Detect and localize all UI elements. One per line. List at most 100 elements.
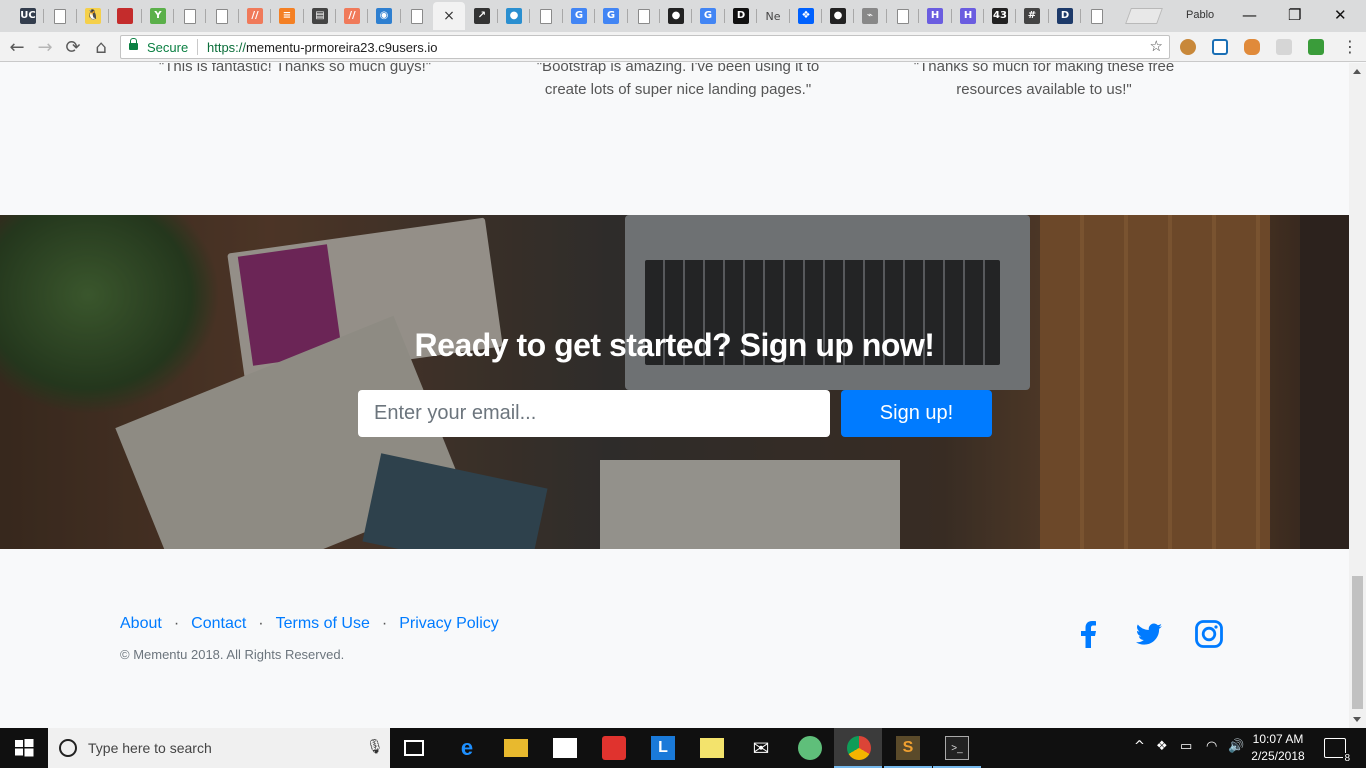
footer-link-privacy[interactable]: Privacy Policy [399, 615, 499, 633]
tab-favicon-page[interactable] [176, 2, 204, 30]
app-icon[interactable] [602, 736, 626, 760]
scrollbar-thumb[interactable] [1352, 576, 1363, 709]
twitter-icon[interactable] [1134, 619, 1164, 649]
favicon-icon: ↗ [474, 8, 490, 24]
tab-favicon-google[interactable]: G [597, 2, 625, 30]
facebook-icon[interactable] [1074, 619, 1104, 649]
url-text[interactable]: https://mementu-prmoreira23.c9users.io [207, 40, 438, 55]
file-explorer-icon[interactable] [504, 739, 528, 757]
minimize-icon[interactable]: — [1242, 6, 1257, 24]
bookmark-star-icon[interactable]: ☆ [1150, 37, 1163, 55]
store-icon[interactable] [553, 738, 577, 758]
extension-icon[interactable] [1308, 39, 1324, 55]
tab-favicon-page[interactable] [532, 2, 560, 30]
tab-favicon-dev[interactable]: D [727, 2, 755, 30]
cookie-extension-icon[interactable] [1180, 39, 1196, 55]
footer-links: About · Contact · Terms of Use · Privacy… [120, 615, 499, 633]
show-hidden-icons-icon[interactable]: ^ [1134, 739, 1145, 754]
tab-favicon-eye[interactable]: ◉ [370, 2, 398, 30]
tab-favicon-stackoverflow[interactable]: ≡ [273, 2, 301, 30]
scroll-down-arrow-icon[interactable] [1353, 717, 1361, 722]
tab-favicon-hash[interactable]: # [1018, 2, 1046, 30]
chrome-icon[interactable] [847, 736, 871, 760]
app-l-icon[interactable]: L [651, 736, 675, 760]
taskbar-search-box[interactable]: Type here to search 🎙 [48, 728, 390, 768]
new-tab-button[interactable] [1125, 8, 1163, 24]
footer-link-about[interactable]: About [120, 615, 162, 633]
favicon-icon: D [1057, 8, 1073, 24]
close-tab-icon[interactable]: × [443, 8, 455, 24]
task-view-icon[interactable] [404, 740, 424, 756]
tab-favicon-github[interactable]: ● [662, 2, 690, 30]
close-window-icon[interactable]: ✕ [1334, 6, 1347, 24]
tab-active[interactable]: × [433, 2, 465, 30]
microphone-icon[interactable]: 🎙 [366, 739, 384, 755]
reload-icon[interactable]: ⟳ [62, 36, 84, 58]
tab-favicon-page[interactable] [1083, 2, 1111, 30]
system-clock[interactable]: 10:07 AM 2/25/2018 [1248, 731, 1308, 765]
tab-favicon-google[interactable]: G [565, 2, 593, 30]
wifi-icon[interactable]: ◠ [1206, 739, 1217, 754]
tab-favicon-ne[interactable]: Ne [759, 2, 787, 30]
notification-count: 8 [1343, 753, 1351, 764]
home-icon[interactable]: ⌂ [90, 36, 112, 58]
favicon-icon: Ne [765, 9, 781, 23]
footer-link-terms[interactable]: Terms of Use [276, 615, 370, 633]
tab-favicon-link[interactable]: ⌁ [856, 2, 884, 30]
tab-favicon-page[interactable] [889, 2, 917, 30]
action-center-icon[interactable]: 8 [1324, 738, 1351, 764]
instagram-icon[interactable] [1194, 619, 1224, 649]
page-viewport: "This is fantastic! Thanks so much guys!… [0, 63, 1349, 728]
tab-favicon-page[interactable] [208, 2, 236, 30]
back-arrow-icon[interactable]: ← [6, 36, 28, 58]
profile-name[interactable]: Pablo [1186, 9, 1214, 21]
terminal-icon[interactable]: >_ [945, 736, 969, 760]
tab-favicon-bird[interactable]: ● [500, 2, 528, 30]
tab-favicon-stripes[interactable]: // [338, 2, 366, 30]
favicon-icon [117, 8, 133, 24]
tab-separator [76, 9, 77, 23]
tab-separator [594, 9, 595, 23]
forward-arrow-icon[interactable]: → [34, 36, 56, 58]
chrome-menu-icon[interactable]: ⋮ [1342, 37, 1358, 56]
tab-favicon-d[interactable]: D [1051, 2, 1079, 30]
tab-favicon-pad[interactable]: ▤ [306, 2, 334, 30]
tab-favicon-h[interactable]: H [954, 2, 982, 30]
tab-favicon-google[interactable]: G [694, 2, 722, 30]
favicon-icon: Y [150, 8, 166, 24]
dropbox-tray-icon[interactable]: ❖ [1156, 739, 1168, 754]
restore-icon[interactable]: ❐ [1288, 6, 1301, 24]
tab-favicon-h[interactable]: H [921, 2, 949, 30]
footer-link-contact[interactable]: Contact [191, 615, 246, 633]
tab-favicon-page[interactable] [403, 2, 431, 30]
tab-favicon-stripes[interactable]: // [241, 2, 269, 30]
email-input[interactable] [358, 390, 830, 437]
page-scrollbar[interactable] [1349, 63, 1366, 728]
dropbox-extension-icon[interactable] [1276, 39, 1292, 55]
extension-icon[interactable] [1244, 39, 1260, 55]
tab-favicon-page[interactable] [46, 2, 74, 30]
tab-favicon-red[interactable] [111, 2, 139, 30]
tab-favicon-penguin[interactable]: 🐧 [79, 2, 107, 30]
sublime-text-icon[interactable]: S [896, 736, 920, 760]
tab-favicon-dropbox[interactable]: ❖ [792, 2, 820, 30]
tab-favicon-leaf[interactable]: Y [144, 2, 172, 30]
tab-separator [303, 9, 304, 23]
tab-favicon-page[interactable] [630, 2, 658, 30]
tab-favicon-uc[interactable]: UC [14, 2, 42, 30]
edge-icon[interactable]: e [455, 735, 479, 760]
volume-icon[interactable]: 🔊 [1228, 739, 1244, 754]
address-bar[interactable]: Secure https://mementu-prmoreira23.c9use… [120, 35, 1170, 59]
signup-button[interactable]: Sign up! [841, 390, 992, 437]
sticky-notes-icon[interactable] [700, 738, 724, 758]
tab-separator [205, 9, 206, 23]
windows-start-icon[interactable] [12, 736, 36, 760]
tab-favicon-chart[interactable]: ↗ [468, 2, 496, 30]
scroll-up-arrow-icon[interactable] [1353, 69, 1361, 74]
mail-icon[interactable]: ✉ [749, 736, 773, 760]
battery-icon[interactable]: ▭ [1180, 739, 1192, 754]
tab-favicon-github[interactable]: ● [824, 2, 852, 30]
extension-icon[interactable] [1212, 39, 1228, 55]
tab-favicon-43[interactable]: 43 [986, 2, 1014, 30]
atom-icon[interactable] [798, 736, 822, 760]
